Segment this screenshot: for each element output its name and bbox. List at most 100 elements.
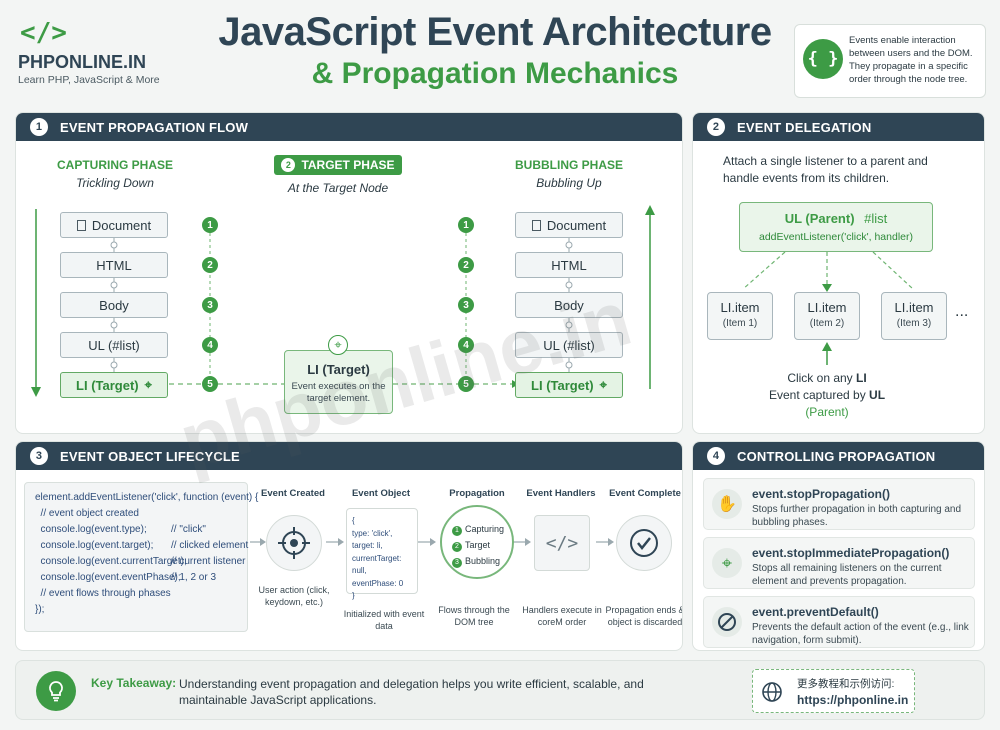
section4-number: 4: [707, 447, 725, 465]
document-icon: [531, 219, 541, 231]
section4-header: 4 CONTROLLING PROPAGATION: [693, 442, 984, 470]
bubble-node-document[interactable]: Document: [515, 212, 623, 238]
bubble-step-4: 4: [458, 337, 474, 353]
visit-box[interactable]: 更多教程和示例访问: https://phponline.in: [752, 669, 915, 713]
section-controlling-propagation: 4 CONTROLLING PROPAGATION ✋ event.stopPr…: [692, 441, 985, 651]
intro-box: { } Events enable interaction between us…: [794, 24, 986, 98]
capture-step-2: 2: [202, 257, 218, 273]
stage-caption-handlers: Handlers execute in coreM order: [522, 605, 602, 627]
document-icon: [76, 219, 86, 231]
target-phase-title: TARGET PHASE: [301, 158, 395, 172]
target-crosshair-icon: ⌖: [328, 335, 348, 355]
click-line3: (Parent): [805, 405, 849, 419]
braces-icon: { }: [803, 39, 843, 79]
capture-step-3: 3: [202, 297, 218, 313]
control-stop-propagation[interactable]: ✋ event.stopPropagation() Stops further …: [703, 478, 975, 530]
stage-caption-propagation: Flows through the DOM tree: [438, 605, 510, 627]
item-label: LI.item: [720, 300, 760, 315]
section4-title: CONTROLLING PROPAGATION: [737, 448, 936, 464]
capture-node-ul[interactable]: UL (#list): [60, 332, 168, 358]
brand-logo: </> PHPONLINE.IN Learn PHP, JavaScript &…: [18, 18, 188, 88]
bubble-node-ul[interactable]: UL (#list): [515, 332, 623, 358]
target-phase-subtitle: At the Target Node: [287, 181, 389, 195]
click-li: LI: [856, 371, 867, 385]
item-label: LI.item: [894, 300, 934, 315]
control-title: event.stopImmediatePropagation(): [752, 546, 950, 560]
delegation-item-3[interactable]: LI.item (Item 3): [881, 292, 947, 340]
bubbling-subtitle: Bubbling Up: [536, 176, 602, 190]
globe-icon: [761, 681, 783, 708]
capture-step-1: 1: [202, 217, 218, 233]
lightbulb-icon: [36, 671, 76, 711]
control-stop-immediate[interactable]: ⌖ event.stopImmediatePropagation() Stops…: [703, 537, 975, 589]
section-event-delegation: 2 EVENT DELEGATION Attach a single liste…: [692, 112, 985, 434]
bubble-node-li-target[interactable]: LI (Target) ⌖: [515, 372, 623, 398]
code-icon: </>: [534, 515, 590, 571]
capture-node-body[interactable]: Body: [60, 292, 168, 318]
propagation-cycle: 1 Capturing 2 Target 3 Bubbling: [440, 505, 514, 579]
crosshair-icon: ⌖: [599, 377, 607, 392]
section-event-lifecycle: 3 EVENT OBJECT LIFECYCLE element.addEven…: [15, 441, 683, 651]
target-phase-badge: 2 TARGET PHASE: [274, 155, 402, 175]
stage-caption-complete: Propagation ends & object is discarded: [605, 605, 683, 627]
takeaway-label: Key Takeaway:: [91, 676, 177, 690]
bubbling-title: BUBBLING PHASE: [514, 158, 623, 172]
bubble-step-2: 2: [458, 257, 474, 273]
visit-label: 更多教程和示例访问:: [797, 678, 895, 690]
bubble-node-body[interactable]: Body: [515, 292, 623, 318]
capture-step-5: 5: [202, 376, 218, 392]
capture-node-li-target[interactable]: LI (Target) ⌖: [60, 372, 168, 398]
key-takeaway-bar: Key Takeaway: Understanding event propag…: [15, 660, 985, 720]
visit-url[interactable]: https://phponline.in: [797, 693, 908, 707]
delegation-click-note: Click on any LI Event captured by UL (Pa…: [733, 370, 921, 421]
capturing-title: CAPTURING PHASE: [56, 158, 173, 172]
bubble-step-1: 1: [458, 217, 474, 233]
takeaway-text: Understanding event propagation and dele…: [179, 677, 644, 707]
page-title: JavaScript Event Architecture & Propagat…: [190, 10, 800, 91]
control-prevent-default[interactable]: event.preventDefault() Prevents the defa…: [703, 596, 975, 648]
stage-caption-created: User action (click, keydown, etc.): [258, 585, 330, 607]
intro-text: Events enable interaction between users …: [849, 35, 973, 85]
control-title: event.stopPropagation(): [752, 487, 891, 501]
stage-title-complete: Event Complete: [609, 488, 681, 499]
stage-title-created: Event Created: [261, 488, 325, 499]
click-ul: UL: [869, 388, 886, 402]
delegation-item-1[interactable]: LI.item (Item 1): [707, 292, 773, 340]
delegation-item-2[interactable]: LI.item (Item 2): [794, 292, 860, 340]
code-icon: </>: [20, 18, 67, 48]
item-sub: (Item 3): [896, 318, 932, 329]
stage-caption-object: Initialized with event data: [343, 609, 425, 631]
bubble-node-html[interactable]: HTML: [515, 252, 623, 278]
prohibited-icon: [712, 607, 742, 637]
target-box-title: LI (Target): [307, 362, 370, 377]
brand-name: PHPONLINE.IN: [18, 52, 147, 72]
event-object-card: { type: 'click', target: li, currentTarg…: [346, 508, 418, 600]
crosshair-icon: ⌖: [144, 377, 152, 392]
node-label: Document: [546, 217, 607, 233]
node-label: Document: [91, 217, 152, 233]
section-propagation-flow: 1 EVENT PROPAGATION FLOW CAPTURING PHASE…: [15, 112, 683, 434]
capture-node-html[interactable]: HTML: [60, 252, 168, 278]
check-circle-icon: [616, 515, 672, 571]
control-desc: Stops further propagation in both captur…: [752, 504, 962, 528]
stage-title-handlers: Event Handlers: [526, 488, 596, 499]
brand-tagline: Learn PHP, JavaScript & More: [18, 74, 160, 86]
title-line2: & Propagation Mechanics: [311, 57, 679, 90]
stage-title-propagation: Propagation: [449, 488, 505, 499]
node-label: LI (Target): [76, 377, 139, 393]
control-desc: Prevents the default action of the event…: [752, 622, 969, 646]
target-box-text: Event executes on the target element.: [291, 381, 386, 404]
delegation-ellipsis: ...: [955, 303, 969, 320]
stage-title-object: Event Object: [351, 488, 411, 499]
capturing-subtitle: Trickling Down: [76, 176, 154, 190]
click-line2: Event captured by: [768, 388, 870, 402]
node-label: LI (Target): [531, 377, 594, 393]
control-desc: Stops all remaining listeners on the cur…: [752, 563, 942, 587]
target-box: LI (Target) Event executes on the target…: [284, 350, 393, 414]
item-sub: (Item 1): [722, 318, 758, 329]
capture-step-4: 4: [202, 337, 218, 353]
control-title: event.preventDefault(): [752, 605, 879, 619]
crosshair-icon: ⌖: [712, 548, 742, 578]
bubble-step-5: 5: [458, 376, 474, 392]
capture-node-document[interactable]: Document: [60, 212, 168, 238]
